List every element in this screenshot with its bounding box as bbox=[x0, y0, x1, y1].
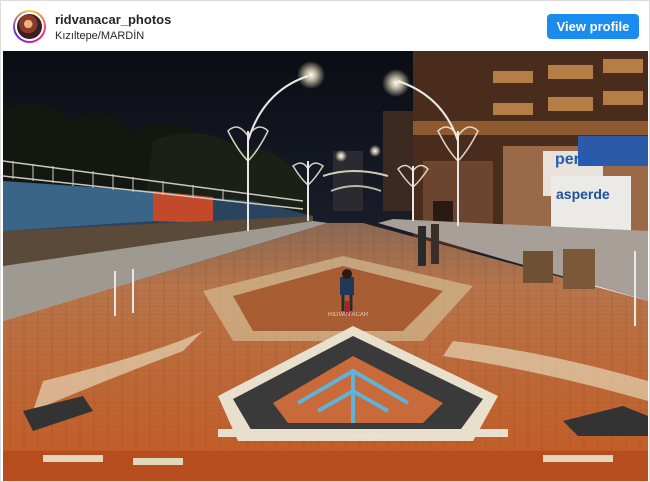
username[interactable]: ridvanacar_photos bbox=[55, 12, 171, 28]
watermark-bottom: RIDVAN ACAR bbox=[343, 434, 384, 440]
post-header: ridvanacar_photos Kızıltepe/MARDİN View … bbox=[1, 1, 649, 51]
post-photo[interactable]: perde asperde RIDVAN ACAR RIDVAN ACAR bbox=[3, 51, 648, 481]
view-profile-button[interactable]: View profile bbox=[547, 14, 639, 39]
avatar-image bbox=[15, 12, 44, 41]
shop-sign-asperde: asperde bbox=[556, 186, 610, 202]
shop-sign-perde: perde bbox=[555, 151, 599, 168]
instagram-embed-card: ridvanacar_photos Kızıltepe/MARDİN View … bbox=[0, 0, 650, 482]
account-info: ridvanacar_photos Kızıltepe/MARDİN bbox=[55, 12, 171, 43]
avatar[interactable] bbox=[13, 10, 46, 43]
watermark-top: RIDVAN ACAR bbox=[328, 312, 369, 318]
street-night-photo: perde asperde RIDVAN ACAR RIDVAN ACAR bbox=[3, 51, 648, 481]
location[interactable]: Kızıltepe/MARDİN bbox=[55, 29, 171, 43]
